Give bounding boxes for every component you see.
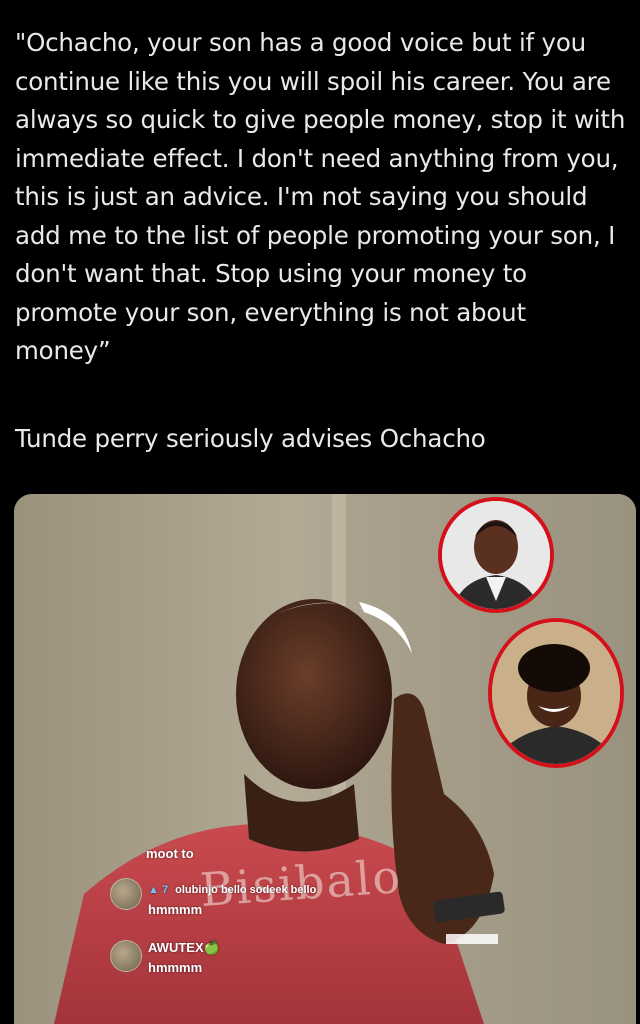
inset-portrait-bottom [488,618,624,768]
chat-message: hmmmm [148,960,203,975]
chat-badge: ▲ 7 [148,884,169,896]
chat-avatar [110,940,142,972]
tweet-caption: Tunde perry seriously advises Ochacho [15,424,486,453]
tweet-text: "Ochacho, your son has a good voice but … [15,28,633,365]
chat-username: AWUTEX🍏 [148,940,220,955]
chat-line: moot to [146,846,194,861]
chat-username: olubinjo bello sodeek bello [175,884,317,896]
chat-avatar [110,878,142,910]
inset-portrait-top [438,497,554,613]
video-thumbnail[interactable]: Bisibalo moot to ▲ 7 olubinjo bello sode… [14,494,636,1024]
chat-message: hmmmm [148,902,203,917]
